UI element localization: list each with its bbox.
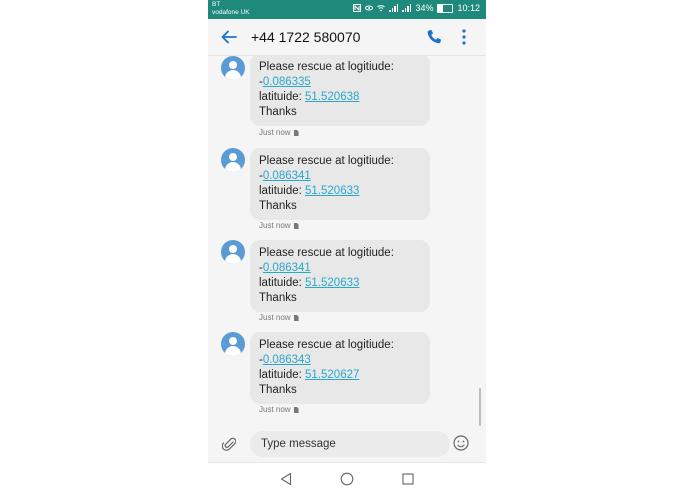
message-timestamp: Just now [259, 221, 299, 230]
longitude-line: -0.086335 [259, 75, 421, 90]
message-bubble[interactable]: Please rescue at logitiude: -0.086343 la… [250, 332, 430, 404]
avatar-body [225, 70, 241, 80]
longitude-line: -0.086343 [259, 353, 421, 368]
sim-card-icon [293, 223, 299, 229]
message-item: Please rescue at logitiude: -0.086335 la… [208, 56, 486, 146]
latitude-label: latituide: [259, 91, 306, 103]
message-closing: Thanks [259, 292, 297, 304]
message-timestamp: Just now [259, 405, 299, 414]
latitude-line: latituide: 51.520633 [259, 184, 421, 199]
status-indicators: 34% 10:12 [353, 3, 480, 13]
latitude-line: latituide: 51.520638 [259, 90, 421, 105]
status-bar: BT vodafone UK 34% 10:12 [208, 0, 486, 19]
messaging-screen: BT vodafone UK 34% 10:12 +44 1722 580070 [208, 0, 486, 494]
emoji-icon[interactable] [453, 435, 469, 451]
latitude-line: latituide: 51.520627 [259, 368, 421, 383]
longitude-link[interactable]: 0.086341 [263, 170, 311, 182]
message-closing: Thanks [259, 200, 297, 212]
system-navigation-bar [208, 462, 486, 494]
latitude-label: latituide: [259, 369, 306, 381]
battery-percent: 34% [415, 3, 434, 13]
signal-icon-sim2 [402, 4, 412, 12]
sim-card-icon [293, 130, 299, 136]
longitude-line: -0.086341 [259, 261, 421, 276]
carrier-secondary: vodafone UK [212, 9, 250, 16]
nav-back-icon[interactable] [280, 472, 292, 486]
more-vertical-icon[interactable] [458, 28, 470, 46]
message-bubble[interactable]: Please rescue at logitiude: -0.086335 la… [250, 56, 430, 126]
longitude-line: -0.086341 [259, 169, 421, 184]
signal-icon-sim1 [389, 4, 399, 12]
latitude-link[interactable]: 51.520633 [305, 185, 359, 197]
message-input[interactable] [250, 431, 450, 457]
timestamp-text: Just now [259, 221, 291, 230]
longitude-link[interactable]: 0.086343 [263, 354, 311, 366]
avatar[interactable] [221, 148, 245, 172]
message-closing: Thanks [259, 106, 297, 118]
message-item: Please rescue at logitiude: -0.086341 la… [208, 146, 486, 238]
timestamp-text: Just now [259, 405, 291, 414]
message-closing: Thanks [259, 384, 297, 396]
message-item: Please rescue at logitiude: -0.086343 la… [208, 330, 486, 422]
clock: 10:12 [457, 3, 480, 13]
avatar-head [229, 337, 237, 345]
compose-bar [208, 428, 486, 460]
conversation-header: +44 1722 580070 [208, 19, 486, 56]
nav-recents-icon[interactable] [402, 473, 414, 485]
message-list[interactable]: Please rescue at logitiude: -0.086335 la… [208, 56, 486, 424]
avatar-head [229, 153, 237, 161]
avatar-body [225, 346, 241, 356]
avatar[interactable] [221, 240, 245, 264]
wifi-icon [377, 5, 386, 12]
avatar-body [225, 254, 241, 264]
back-arrow-icon[interactable] [220, 28, 238, 46]
eye-comfort-icon [365, 5, 374, 11]
longitude-link[interactable]: 0.086335 [263, 76, 311, 88]
message-line: Please rescue at logitiude: [259, 155, 394, 167]
message-bubble[interactable]: Please rescue at logitiude: -0.086341 la… [250, 148, 430, 220]
latitude-line: latituide: 51.520633 [259, 276, 421, 291]
avatar-head [229, 61, 237, 69]
sim-card-icon [293, 315, 299, 321]
nav-home-icon[interactable] [340, 472, 354, 486]
battery-icon [437, 3, 454, 13]
latitude-label: latituide: [259, 185, 306, 197]
contact-number: +44 1722 580070 [251, 29, 361, 45]
message-line: Please rescue at logitiude: [259, 247, 394, 259]
avatar-head [229, 245, 237, 253]
message-line: Please rescue at logitiude: [259, 339, 394, 351]
longitude-link[interactable]: 0.086341 [263, 262, 311, 274]
message-line: Please rescue at logitiude: [259, 61, 394, 73]
latitude-label: latituide: [259, 277, 306, 289]
attachment-icon[interactable] [222, 436, 236, 452]
avatar-body [225, 162, 241, 172]
carrier-primary: BT [212, 1, 221, 8]
latitude-link[interactable]: 51.520627 [305, 369, 359, 381]
scrollbar[interactable] [479, 388, 481, 426]
message-item: Please rescue at logitiude: -0.086341 la… [208, 238, 486, 330]
nfc-icon [353, 4, 362, 12]
message-bubble[interactable]: Please rescue at logitiude: -0.086341 la… [250, 240, 430, 312]
latitude-link[interactable]: 51.520638 [305, 91, 359, 103]
phone-icon[interactable] [425, 28, 443, 46]
latitude-link[interactable]: 51.520633 [305, 277, 359, 289]
sim-card-icon [293, 407, 299, 413]
carrier-info: BT vodafone UK [212, 1, 250, 17]
avatar[interactable] [221, 332, 245, 356]
timestamp-text: Just now [259, 313, 291, 322]
avatar[interactable] [221, 56, 245, 80]
timestamp-text: Just now [259, 128, 291, 137]
message-timestamp: Just now [259, 128, 299, 137]
message-timestamp: Just now [259, 313, 299, 322]
